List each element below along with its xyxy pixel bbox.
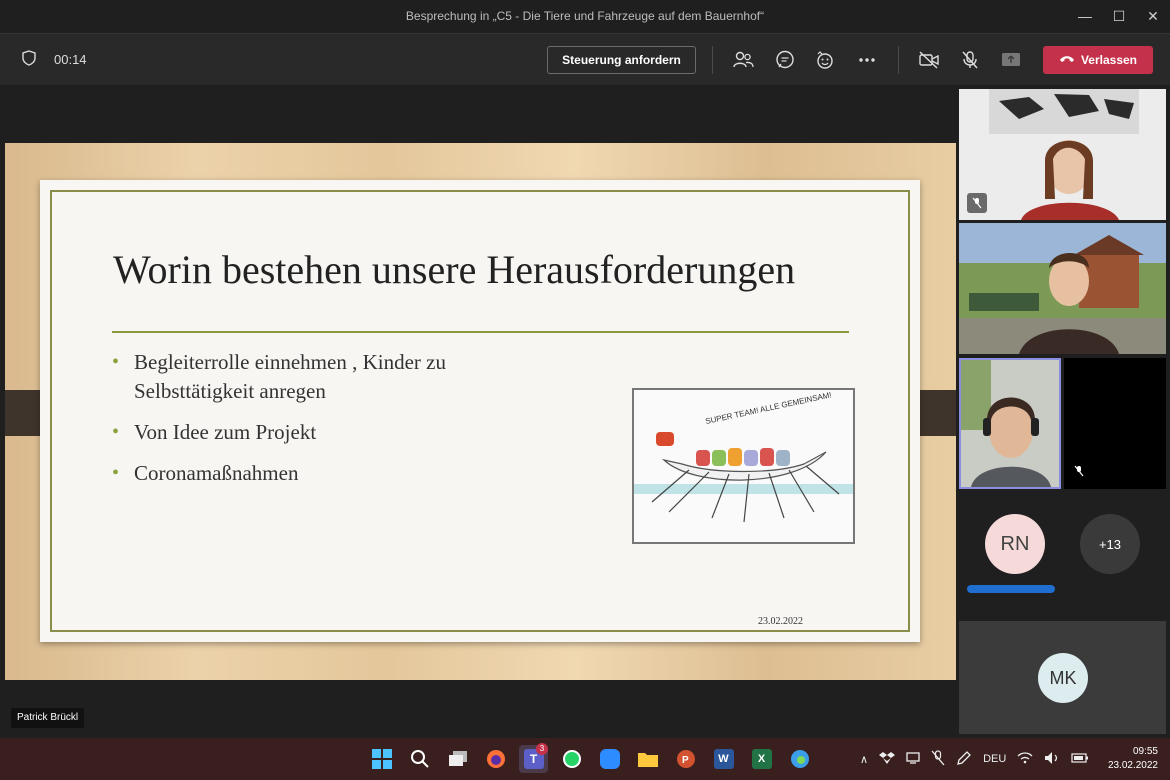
meeting-info: 00:14 [22, 50, 87, 69]
file-explorer-icon[interactable] [633, 745, 662, 773]
slide-date: 23.02.2022 [758, 616, 803, 627]
more-options-icon[interactable] [855, 48, 879, 72]
system-tray: ∧ DEU [860, 738, 1089, 780]
mic-muted-icon [967, 193, 987, 213]
participant-video-tile[interactable] [959, 223, 1166, 354]
firefox-icon[interactable] [481, 745, 510, 773]
zoom-icon[interactable] [595, 745, 624, 773]
clock-date: 23.02.2022 [1107, 760, 1158, 771]
window-title: Besprechung in „C5 - Die Tiere und Fahrz… [405, 9, 765, 23]
leave-label: Verlassen [1080, 53, 1138, 67]
request-control-button[interactable]: Steuerung anfordern [547, 46, 696, 74]
participant-video-tile[interactable] [1064, 358, 1166, 489]
word-icon[interactable]: W [709, 745, 738, 773]
participant-video-tile-active[interactable] [959, 358, 1061, 489]
more-participants-button[interactable]: +13 [1080, 514, 1140, 574]
slide-bullet-list: Begleiterrolle einnehmen , Kinder zu Sel… [112, 348, 532, 500]
windows-start-icon[interactable] [367, 745, 396, 773]
shield-icon[interactable] [22, 50, 36, 69]
reactions-icon[interactable] [813, 48, 837, 72]
svg-text:P: P [682, 755, 689, 766]
wifi-icon[interactable] [1017, 751, 1033, 767]
close-button[interactable]: ✕ [1136, 0, 1170, 33]
illustration-caption: SUPER TEAM! ALLE GEMEINSAM! [705, 390, 833, 426]
clock-time: 09:55 [1132, 746, 1158, 757]
slide-title: Worin bestehen unsere Herausforderungen [113, 247, 796, 292]
participant-video-tile[interactable] [959, 89, 1166, 220]
mic-muted-icon [1074, 464, 1084, 482]
dropbox-icon[interactable] [879, 751, 896, 768]
edge-icon[interactable] [785, 745, 814, 773]
excel-icon[interactable]: X [747, 745, 776, 773]
phone-hangup-icon [1059, 53, 1075, 67]
participant-avatar: MK [1038, 653, 1088, 703]
mic-muted-icon[interactable] [958, 48, 982, 72]
maximize-button[interactable]: ☐ [1102, 0, 1136, 33]
window-title-bar: Besprechung in „C5 - Die Tiere und Fahrz… [0, 0, 1170, 33]
search-icon[interactable] [405, 745, 434, 773]
powerpoint-icon[interactable]: P [671, 745, 700, 773]
participant-avatar[interactable]: RN [985, 514, 1045, 574]
slide-bullet: Coronamaßnahmen [112, 459, 532, 488]
windows-taskbar: T 3 P W X ∧ DEU 09:55 23.02.2022 [0, 738, 1170, 780]
whatsapp-icon[interactable] [557, 745, 586, 773]
window-controls: — ☐ ✕ [1068, 0, 1170, 33]
volume-icon[interactable] [1044, 751, 1060, 768]
leave-button[interactable]: Verlassen [1043, 46, 1153, 74]
language-indicator[interactable]: DEU [983, 753, 1006, 765]
participant-tile[interactable]: MK [959, 621, 1166, 734]
meeting-toolbar: 00:14 Steuerung anfordern Verlassen [0, 33, 1170, 85]
presenter-name-tag: Patrick Brückl [11, 708, 85, 728]
participant-name-redaction [967, 585, 1055, 593]
share-screen-icon[interactable] [999, 48, 1023, 72]
taskbar-apps: T 3 P W X [367, 743, 814, 773]
display-icon[interactable] [906, 751, 920, 767]
chevron-up-icon[interactable]: ∧ [860, 753, 868, 766]
chat-icon[interactable] [773, 48, 797, 72]
minimize-button[interactable]: — [1068, 0, 1102, 33]
mic-muted-tray-icon[interactable] [931, 749, 945, 769]
meeting-timer: 00:14 [54, 52, 87, 67]
task-view-icon[interactable] [443, 745, 472, 773]
pen-icon[interactable] [956, 750, 972, 769]
taskbar-clock[interactable]: 09:55 23.02.2022 [1108, 745, 1158, 773]
teams-badge: 3 [536, 743, 548, 755]
slide-bullet: Begleiterrolle einnehmen , Kinder zu Sel… [112, 348, 532, 406]
toolbar-divider [712, 46, 713, 74]
participants-icon[interactable] [731, 48, 755, 72]
battery-icon[interactable] [1071, 752, 1089, 766]
camera-off-icon[interactable] [917, 48, 941, 72]
team-boat-illustration: SUPER TEAM! ALLE GEMEINSAM! [632, 388, 855, 544]
teams-icon[interactable]: T 3 [519, 743, 548, 773]
slide-bullet: Von Idee zum Projekt [112, 418, 532, 447]
slide-title-rule [112, 331, 849, 333]
toolbar-divider [898, 46, 899, 74]
presentation-slide: Worin bestehen unsere Herausforderungen … [40, 180, 920, 642]
